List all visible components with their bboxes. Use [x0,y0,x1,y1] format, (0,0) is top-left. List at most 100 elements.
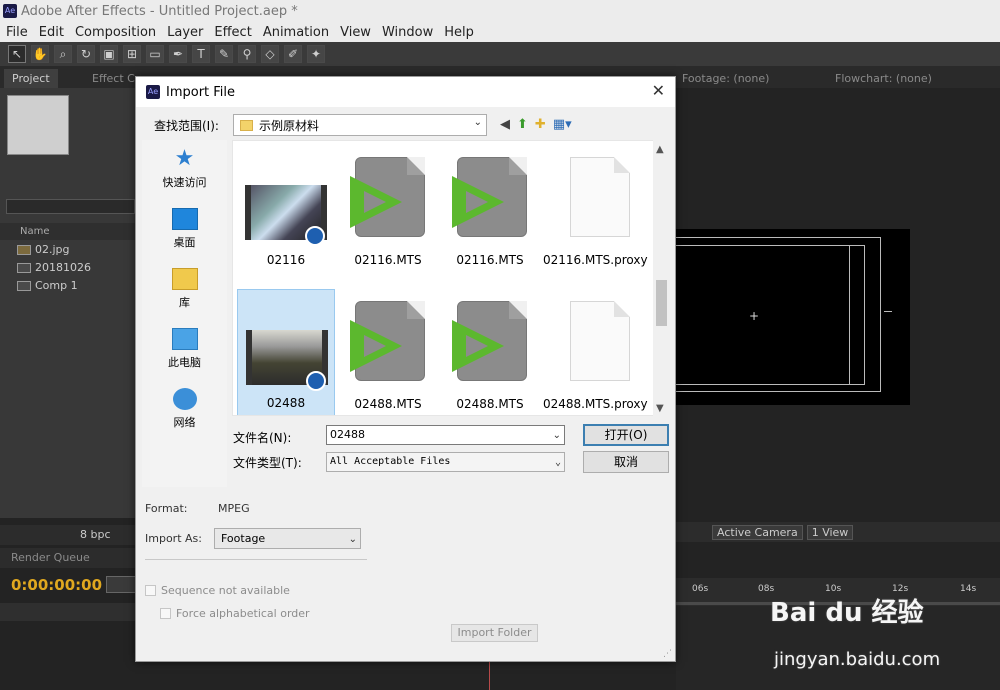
pen-tool-icon[interactable]: ✒ [169,45,187,63]
baidu-watermark-url: jingyan.baidu.com [774,649,941,670]
import-folder-button[interactable]: Import Folder [451,624,538,642]
file-item[interactable]: 02488.MTS [339,289,437,415]
views-dropdown[interactable]: 1 View [806,524,854,540]
render-queue-tab[interactable]: Render Queue [0,548,135,568]
filetype-label: 文件类型(T): [233,456,302,470]
scroll-down-icon[interactable]: ▼ [656,403,664,414]
project-thumbnail [7,95,69,155]
file-item[interactable]: 02488.MTS.proxy [543,289,648,415]
tab-footage[interactable]: Footage: (none) [674,69,777,88]
file-list-scrollbar[interactable]: ▲ ▼ [653,140,670,416]
mts-file-icon [452,157,527,237]
composition-viewer[interactable]: + [672,229,910,405]
file-name: 02488.MTS.proxy [543,397,648,411]
hand-tool-icon[interactable]: ✋ [31,45,49,63]
network-icon [172,388,197,410]
places-sidebar: ★ 快速访问 桌面 库 此电脑 网络 [142,140,227,487]
file-item[interactable]: 02116.MTS [339,145,437,277]
mts-file-icon [350,301,425,381]
project-search-input[interactable] [6,199,135,214]
timeline-search-input[interactable] [106,576,136,593]
new-folder-icon[interactable]: ✚ [535,117,546,132]
media-badge-icon [305,226,325,246]
menu-animation[interactable]: Animation [263,25,329,40]
ruler-tick-label: 14s [960,584,977,594]
file-name: 02116.MTS [456,253,524,267]
ruler-tick-label: 06s [692,584,709,594]
viewer-controls-bar: Active Camera 1 View [676,522,1000,542]
back-icon[interactable]: ◀ [500,117,510,132]
place-quick-access[interactable]: ★ 快速访问 [142,148,227,190]
file-item[interactable]: 02116.MTS.proxy [543,145,648,277]
clone-stamp-tool-icon[interactable]: ⚲ [238,45,256,63]
chevron-down-icon[interactable]: ⌄ [553,427,561,445]
menu-composition[interactable]: Composition [75,25,156,40]
project-item[interactable]: 02.jpg [0,241,135,259]
import-as-value: Footage [221,532,266,545]
menu-layer[interactable]: Layer [167,25,203,40]
tab-project[interactable]: Project [4,69,58,88]
scroll-up-icon[interactable]: ▲ [656,144,664,155]
project-panel: Name 02.jpg 20181026 Comp 1 [0,88,135,518]
image-file-icon [17,245,31,255]
look-in-label: 查找范围(I): [154,119,219,133]
pan-behind-tool-icon[interactable]: ⊞ [123,45,141,63]
file-item[interactable]: 02116 [237,145,335,277]
filetype-value: All Acceptable Files [330,456,451,467]
import-as-dropdown[interactable]: Footage ⌄ [214,528,361,549]
menu-file[interactable]: File [6,25,28,40]
filetype-dropdown[interactable]: All Acceptable Files ⌄ [326,452,565,472]
force-alphabetical-checkbox[interactable] [160,608,171,619]
up-folder-icon[interactable]: ⬆ [517,117,528,132]
menu-bar: File Edit Composition Layer Effect Anima… [0,22,1000,42]
project-item[interactable]: 20181026 [0,259,135,277]
force-alphabetical-label: Force alphabetical order [176,607,310,620]
current-timecode[interactable]: 0:00:00:00 [11,576,102,594]
star-icon: ★ [174,146,195,171]
cancel-button[interactable]: 取消 [583,451,669,473]
media-badge-icon [306,371,326,391]
bit-depth-label[interactable]: 8 bpc [80,528,111,541]
zoom-tool-icon[interactable]: ⌕ [54,45,72,63]
place-label: 网络 [173,416,196,429]
place-desktop[interactable]: 桌面 [142,208,227,250]
menu-effect[interactable]: Effect [214,25,251,40]
menu-help[interactable]: Help [444,25,474,40]
menu-window[interactable]: Window [382,25,433,40]
project-item[interactable]: Comp 1 [0,277,135,295]
menu-view[interactable]: View [340,25,371,40]
close-icon[interactable]: ✕ [652,81,665,100]
place-network[interactable]: 网络 [142,388,227,430]
place-label: 此电脑 [168,356,201,369]
file-name: 02116 [266,253,306,267]
eraser-tool-icon[interactable]: ◇ [261,45,279,63]
puppet-tool-icon[interactable]: ✦ [307,45,325,63]
place-libraries[interactable]: 库 [142,268,227,310]
rectangle-tool-icon[interactable]: ▭ [146,45,164,63]
divider [145,559,367,560]
menu-edit[interactable]: Edit [39,25,64,40]
scroll-thumb[interactable] [656,280,667,326]
file-item[interactable]: 02116.MTS [441,145,539,277]
open-button[interactable]: 打开(O) [583,424,669,446]
sequence-checkbox[interactable] [145,585,156,596]
project-list-header[interactable]: Name [0,223,135,240]
filename-value: 02488 [330,428,365,441]
selection-tool-icon[interactable]: ↖ [8,45,26,63]
roto-brush-tool-icon[interactable]: ✐ [284,45,302,63]
view-menu-icon[interactable]: ▦▾ [553,117,572,132]
active-camera-dropdown[interactable]: Active Camera [712,524,803,540]
look-in-value: 示例原材料 [259,118,320,133]
tab-flowchart[interactable]: Flowchart: (none) [827,69,940,88]
rotate-tool-icon[interactable]: ↻ [77,45,95,63]
file-item-selected[interactable]: 02488 [237,289,335,415]
resize-grip-icon[interactable]: ⋰ [663,649,672,659]
type-tool-icon[interactable]: T [192,45,210,63]
look-in-dropdown[interactable]: 示例原材料 ⌄ [233,114,487,136]
camera-tool-icon[interactable]: ▣ [100,45,118,63]
file-item[interactable]: 02488.MTS [441,289,539,415]
window-title: Adobe After Effects - Untitled Project.a… [21,3,298,19]
place-this-pc[interactable]: 此电脑 [142,328,227,370]
filename-input[interactable]: 02488 ⌄ [326,425,565,445]
brush-tool-icon[interactable]: ✎ [215,45,233,63]
